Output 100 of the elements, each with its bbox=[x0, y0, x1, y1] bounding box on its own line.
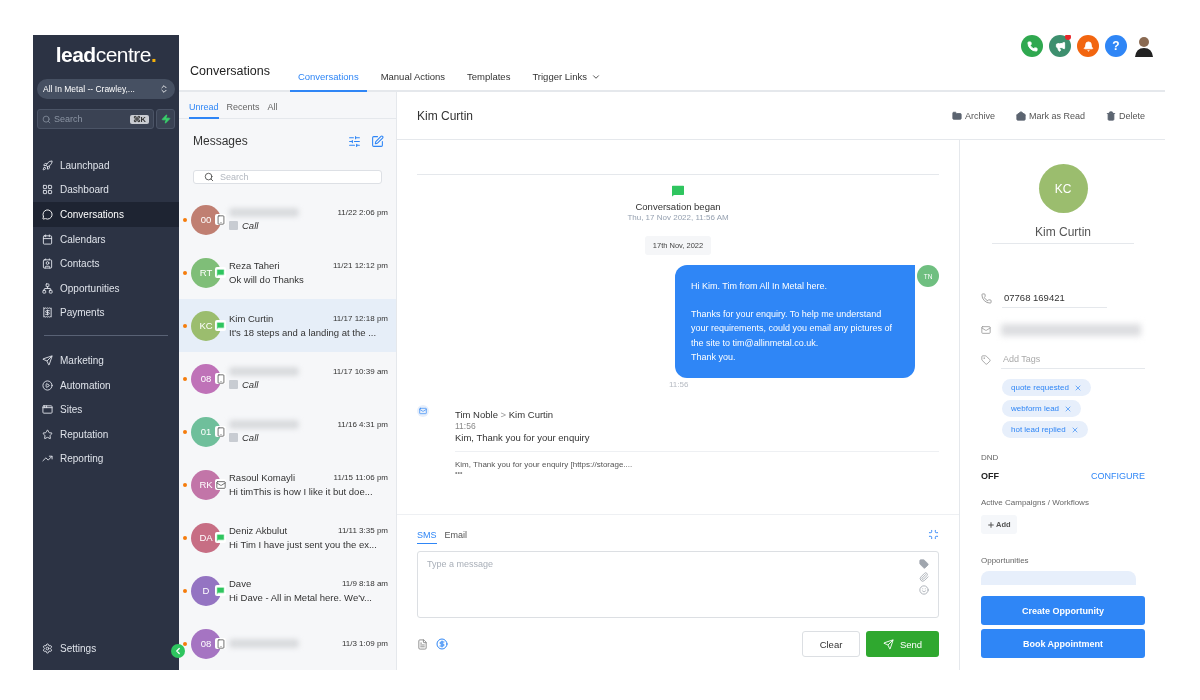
nav-icon bbox=[42, 428, 53, 440]
phone-icon bbox=[215, 214, 226, 225]
conversation-item[interactable]: 08 11/17 10:39 am Call bbox=[179, 352, 396, 405]
contact-avatar: KC bbox=[191, 310, 221, 341]
channel-tab[interactable]: Email bbox=[444, 530, 468, 544]
nav-item[interactable]: Reputation bbox=[33, 421, 179, 447]
close-icon[interactable] bbox=[1070, 425, 1079, 434]
document-icon[interactable] bbox=[417, 638, 428, 650]
chat-icon bbox=[670, 183, 686, 199]
emoji-icon[interactable] bbox=[919, 585, 929, 595]
message-time: 11/15 11:06 pm bbox=[333, 473, 388, 482]
nav-item[interactable]: Launchpad bbox=[33, 153, 179, 178]
message-preview: Call bbox=[229, 432, 388, 443]
contact-avatar: 08 bbox=[191, 363, 221, 394]
message-time: 11/17 12:18 pm bbox=[333, 314, 388, 323]
phone-icon bbox=[1026, 40, 1038, 52]
logo: leadcentre. bbox=[54, 43, 158, 67]
conversation-item[interactable]: 08 11/3 1:09 pm bbox=[179, 617, 396, 670]
message-time: 11/17 10:39 am bbox=[333, 367, 388, 376]
action-button[interactable]: Book Appointment bbox=[981, 629, 1145, 658]
envelope-icon bbox=[1015, 110, 1026, 121]
nav-icon bbox=[42, 258, 53, 270]
lightning-icon bbox=[160, 114, 171, 124]
nav-item[interactable]: Contacts bbox=[33, 251, 179, 276]
configure-link[interactable]: CONFIGURE bbox=[1091, 471, 1145, 481]
message-bubble: Hi Kim. Tim from All In Metal here. Thanks for your enquiry. To help me understand your requirements, could you email any pictures of the site to tim@allinmetal.co.uk. Thank you. bbox=[675, 265, 915, 378]
contact-avatar: RK bbox=[191, 469, 221, 500]
mail-icon bbox=[215, 479, 226, 490]
chat-icon bbox=[216, 268, 225, 277]
toolbar-action[interactable]: Mark as Read bbox=[1015, 110, 1085, 121]
gear-icon bbox=[42, 642, 53, 654]
toolbar-action[interactable]: Archive bbox=[951, 110, 995, 121]
nav-icon bbox=[42, 184, 53, 196]
mail-icon bbox=[417, 405, 429, 417]
help-button[interactable]: ? bbox=[1105, 35, 1127, 57]
chevron-icon bbox=[173, 646, 183, 656]
call-icon bbox=[229, 221, 238, 230]
notifications-button[interactable] bbox=[1077, 35, 1099, 57]
close-icon[interactable] bbox=[1064, 404, 1073, 413]
conversation-item[interactable]: D Dave 11/9 8:18 am Hi Dave - All in Metal here. We'v... bbox=[179, 564, 396, 617]
toolbar-action[interactable]: Delete bbox=[1106, 110, 1145, 121]
nav-item[interactable]: Marketing bbox=[33, 348, 179, 373]
contact-avatar: 00 bbox=[191, 204, 221, 235]
conversation-title: Kim Curtin bbox=[417, 108, 474, 123]
contact-avatar: 08 bbox=[191, 628, 221, 659]
conversation-item[interactable]: RT Reza Taheri 11/21 12:12 pm Ok will do Thanks bbox=[179, 246, 396, 299]
field-label: DND bbox=[981, 453, 1000, 462]
message-time: 11/22 2:06 pm bbox=[337, 208, 388, 217]
settings-item[interactable]: Settings bbox=[33, 636, 109, 660]
channel-tab[interactable]: SMS bbox=[417, 530, 437, 544]
nav-item[interactable]: Payments bbox=[33, 300, 179, 326]
nav-item[interactable]: Calendars bbox=[33, 226, 179, 252]
dollar-icon[interactable] bbox=[436, 638, 448, 650]
collapse-icon[interactable] bbox=[928, 529, 939, 540]
bell-icon bbox=[1082, 40, 1094, 52]
contact-avatar: KC bbox=[1038, 164, 1088, 213]
quick-action-button[interactable] bbox=[156, 109, 175, 129]
nav-item[interactable]: Dashboard bbox=[33, 177, 179, 203]
filter-icon[interactable] bbox=[348, 134, 361, 148]
nav-item[interactable]: Opportunities bbox=[33, 275, 179, 301]
nav-tab[interactable]: Manual Actions bbox=[372, 71, 454, 92]
clear-button[interactable]: Clear bbox=[802, 631, 860, 657]
nav-tab[interactable]: Trigger Links bbox=[524, 71, 609, 92]
filter-tab[interactable]: Recents bbox=[226, 102, 260, 119]
nav-item[interactable]: Conversations bbox=[33, 202, 179, 227]
event-title: Conversation began bbox=[635, 201, 721, 212]
conversation-item[interactable]: 00 11/22 2:06 pm Call bbox=[179, 193, 396, 246]
call-icon bbox=[229, 380, 238, 389]
event-date: Thu, 17 Nov 2022, 11:56 AM bbox=[627, 213, 729, 222]
close-icon[interactable] bbox=[1073, 383, 1082, 392]
chat-icon bbox=[216, 321, 225, 330]
nav-tab[interactable]: Templates bbox=[459, 71, 519, 92]
contact-avatar: RT bbox=[191, 257, 221, 288]
attachment-icon[interactable] bbox=[919, 572, 929, 582]
action-button[interactable]: Create Opportunity bbox=[981, 596, 1145, 625]
collapse-button[interactable] bbox=[171, 644, 185, 658]
plus-icon bbox=[987, 520, 995, 529]
conversation-item[interactable]: 01 11/16 4:31 pm Call bbox=[179, 405, 396, 458]
chat-icon bbox=[216, 533, 225, 542]
nav-item[interactable]: Sites bbox=[33, 397, 179, 422]
message-time: 11/9 8:18 am bbox=[341, 579, 388, 588]
conversation-item[interactable]: RK Rasoul Komayli 11/15 11:06 pm Hi timThis is how I like it but doe... bbox=[179, 458, 396, 511]
nav-item[interactable]: Reporting bbox=[33, 446, 179, 472]
filter-tab[interactable]: Unread bbox=[189, 102, 219, 119]
conversation-item[interactable]: KC Kim Curtin 11/17 12:18 pm It's 18 steps and a landing at the ... bbox=[179, 299, 396, 352]
nav-icon bbox=[42, 379, 53, 391]
account-selector[interactable]: All In Metal -- Crawley,... bbox=[37, 79, 175, 99]
phone-button[interactable] bbox=[1021, 35, 1043, 57]
nav-icon bbox=[42, 233, 53, 245]
conversation-item[interactable]: DA Deniz Akbulut 11/11 3:35 pm Hi Tim I have just sent you the ex... bbox=[179, 511, 396, 564]
message-time: 11/16 4:31 pm bbox=[337, 420, 388, 429]
filter-tab[interactable]: All bbox=[267, 102, 278, 119]
tag-icon[interactable] bbox=[919, 559, 929, 569]
folder-icon bbox=[951, 110, 962, 121]
compose-icon[interactable] bbox=[371, 134, 384, 148]
search-icon bbox=[204, 172, 214, 182]
megaphone-button[interactable] bbox=[1049, 35, 1071, 57]
nav-item[interactable]: Automation bbox=[33, 372, 179, 398]
message-time: 11/21 12:12 pm bbox=[333, 261, 388, 270]
phone-field[interactable]: 07768 169421 bbox=[1002, 288, 1107, 308]
